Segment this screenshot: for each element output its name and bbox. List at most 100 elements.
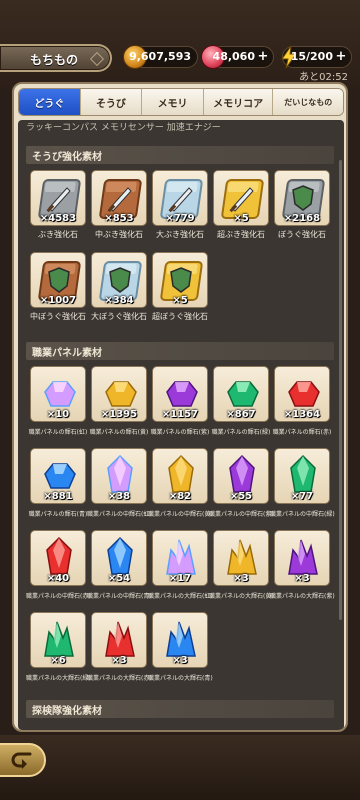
item-count: ×55 — [229, 491, 253, 502]
inventory-item[interactable]: ×5 超ぼうぐ強化石 — [152, 252, 208, 322]
top-bar: もちもの 9,607,593 48,060 + 15/200 + あと02:52 — [0, 0, 360, 88]
item-name: 中ぼうぐ強化石 — [30, 312, 86, 321]
tab-memory[interactable]: メモリ — [142, 89, 204, 115]
inventory-item[interactable]: ×3 職業パネルの大輝石(赤) — [87, 612, 152, 682]
item-name: 職業パネルの大輝石(黄) — [209, 593, 274, 600]
section-header-expedition-materials: 探検隊強化素材 — [26, 700, 334, 718]
tab-key-items[interactable]: だいじなもの — [273, 89, 343, 115]
inventory-item[interactable]: ×10 職業パネルの輝石(虹) — [29, 366, 87, 436]
tab-items[interactable]: どうぐ — [19, 89, 81, 115]
item-count: ×853 — [104, 213, 134, 224]
item-name: 職業パネルの中輝石(赤) — [26, 593, 91, 600]
inventory-item[interactable]: ×779 大ぶき強化石 — [152, 170, 208, 240]
item-name: 職業パネルの大輝石(紫) — [270, 593, 335, 600]
inventory-item[interactable]: ×881 職業パネルの輝石(青) — [29, 448, 87, 518]
inventory-item[interactable]: ×853 中ぶき強化石 — [91, 170, 147, 240]
inventory-item[interactable]: ×5 超ぶき強化石 — [213, 170, 269, 240]
scrollbar[interactable] — [339, 160, 342, 620]
item-name: 職業パネルの中輝石(緑) — [270, 511, 335, 518]
inventory-item[interactable]: ×3 職業パネルの大輝石(黄) — [209, 530, 274, 600]
item-count: ×1395 — [100, 409, 138, 420]
item-name: ぶき強化石 — [38, 230, 78, 239]
item-count: ×40 — [46, 573, 70, 584]
section-title: 職業パネル素材 — [32, 348, 102, 359]
item-list[interactable]: ラッキーコンパス メモリセンサー 加速エナジー そうび強化素材 ×4583 ぶき強… — [18, 120, 344, 730]
item-count: ×5 — [233, 213, 249, 224]
inventory-item[interactable]: ×1364 職業パネルの輝石(赤) — [273, 366, 331, 436]
item-count: ×3 — [294, 573, 310, 584]
item-count: ×6 — [50, 655, 66, 666]
tab-equipment[interactable]: そうび — [80, 89, 143, 115]
item-count: ×5 — [172, 295, 188, 306]
page-title: もちもの — [30, 53, 79, 67]
item-name: 職業パネルの輝石(青) — [28, 511, 88, 518]
item-name: 大ぶき強化石 — [156, 230, 204, 239]
item-count: ×10 — [46, 409, 70, 420]
back-button[interactable] — [0, 743, 46, 777]
item-name: ぼうぐ強化石 — [278, 230, 326, 239]
item-name: 職業パネルの中輝石(黄) — [148, 511, 213, 518]
item-count: ×77 — [290, 491, 314, 502]
energy-value: 15/200 — [290, 50, 333, 63]
item-count: ×881 — [43, 491, 73, 502]
gem-value: 48,060 — [212, 50, 255, 63]
inventory-item[interactable]: ×4583 ぶき強化石 — [30, 170, 86, 240]
title-plate: もちもの — [0, 44, 112, 72]
inventory-item[interactable]: ×38 職業パネルの中輝石(虹) — [87, 448, 152, 518]
item-name: 職業パネルの輝石(紫) — [150, 429, 210, 436]
inventory-item[interactable]: ×384 大ぼうぐ強化石 — [91, 252, 147, 322]
item-name: 超ぶき強化石 — [217, 230, 265, 239]
inventory-item[interactable]: ×1157 職業パネルの輝石(紫) — [151, 366, 209, 436]
section-header-equipment-materials: そうび強化素材 — [26, 146, 334, 164]
item-name: 職業パネルの中輝石(青) — [87, 593, 152, 600]
gem-counter[interactable]: 48,060 + — [201, 45, 274, 69]
inventory-item[interactable]: ×77 職業パネルの中輝石(緑) — [270, 448, 335, 518]
inventory-item[interactable]: ×82 職業パネルの中輝石(黄) — [148, 448, 213, 518]
item-count: ×54 — [107, 573, 131, 584]
inventory-item[interactable]: ×3 職業パネルの大輝石(紫) — [270, 530, 335, 600]
section-title: 探検隊強化素材 — [32, 706, 102, 717]
energy-timer: あと02:52 — [299, 72, 348, 83]
item-name: 職業パネルの中輝石(虹) — [87, 511, 152, 518]
item-count: ×2168 — [283, 213, 321, 224]
gold-counter: 9,607,593 — [123, 45, 198, 69]
item-name: 職業パネルの大輝石(青) — [148, 675, 213, 682]
add-energy-icon[interactable]: + — [334, 50, 348, 64]
item-count: ×3 — [233, 573, 249, 584]
inventory-item[interactable]: ×3 職業パネルの大輝石(青) — [148, 612, 213, 682]
tab-bar: どうぐ そうび メモリ メモリコア だいじなもの — [18, 88, 344, 116]
item-count: ×384 — [104, 295, 134, 306]
item-name: 職業パネルの輝石(赤) — [272, 429, 332, 436]
item-count: ×1157 — [161, 409, 199, 420]
inventory-item[interactable]: ×1395 職業パネルの輝石(黄) — [90, 366, 148, 436]
item-name: 職業パネルの大輝石(緑) — [26, 675, 91, 682]
inventory-item[interactable]: ×867 職業パネルの輝石(緑) — [212, 366, 270, 436]
inventory-item[interactable]: ×17 職業パネルの大輝石(虹) — [148, 530, 213, 600]
energy-counter[interactable]: 15/200 + — [281, 45, 352, 69]
inventory-item[interactable]: ×55 職業パネルの中輝石(紫) — [209, 448, 274, 518]
item-name: 職業パネルの大輝石(虹) — [148, 593, 213, 600]
item-count: ×38 — [107, 491, 131, 502]
bottom-bar — [0, 735, 360, 800]
item-count: ×867 — [226, 409, 256, 420]
section-header-job-panel-materials: 職業パネル素材 — [26, 342, 334, 360]
inventory-item[interactable]: ×1007 中ぼうぐ強化石 — [30, 252, 86, 322]
item-name: 職業パネルの輝石(黄) — [89, 429, 149, 436]
item-count: ×1364 — [283, 409, 321, 420]
clipped-item-names: ラッキーコンパス メモリセンサー 加速エナジー — [26, 123, 221, 133]
item-name: 職業パネルの輝石(緑) — [211, 429, 271, 436]
tab-memory-core[interactable]: メモリコア — [203, 89, 274, 115]
item-name: 大ぼうぐ強化石 — [91, 312, 147, 321]
item-count: ×82 — [168, 491, 192, 502]
inventory-item[interactable]: ×6 職業パネルの大輝石(緑) — [26, 612, 91, 682]
item-count: ×4583 — [39, 213, 77, 224]
item-name: 超ぼうぐ強化石 — [152, 312, 208, 321]
inventory-item[interactable]: ×54 職業パネルの中輝石(青) — [87, 530, 152, 600]
item-count: ×3 — [111, 655, 127, 666]
item-name: 職業パネルの輝石(虹) — [28, 429, 88, 436]
item-count: ×3 — [172, 655, 188, 666]
add-gem-icon[interactable]: + — [256, 50, 270, 64]
gold-value: 9,607,593 — [129, 50, 191, 63]
inventory-item[interactable]: ×40 職業パネルの中輝石(赤) — [26, 530, 91, 600]
inventory-item[interactable]: ×2168 ぼうぐ強化石 — [274, 170, 330, 240]
